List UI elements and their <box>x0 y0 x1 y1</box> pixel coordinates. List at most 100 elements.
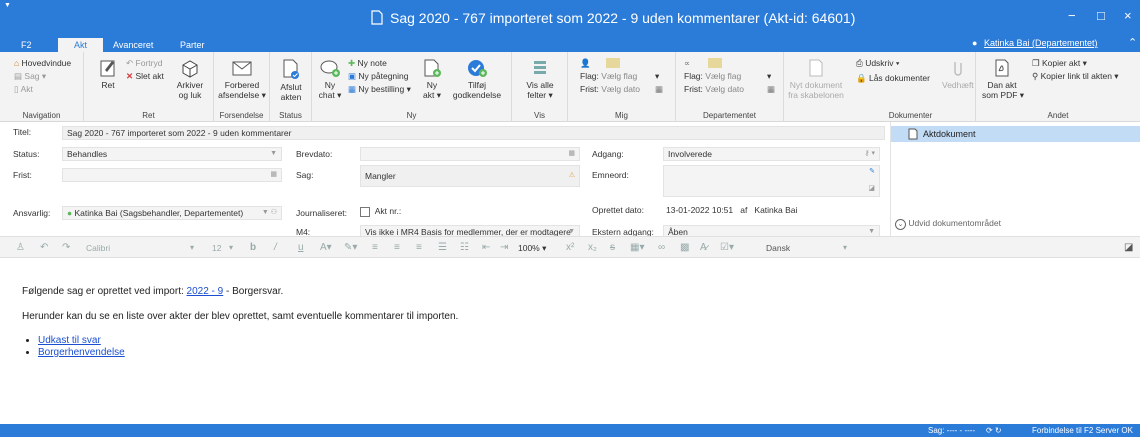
borgerhenvendelse-link[interactable]: Borgerhenvendelse <box>38 347 125 358</box>
fullscreen-icon[interactable]: ◪ <box>1124 242 1133 253</box>
udvid-dokumentomraade-button[interactable]: ⌄ Udvid dokumentområdet <box>895 218 1001 230</box>
bold-icon[interactable]: b <box>250 242 256 253</box>
zoom-select[interactable]: 100% ▾ <box>518 243 546 254</box>
superscript-icon[interactable]: x² <box>566 242 574 253</box>
mig-frist[interactable]: Frist: Vælg dato <box>580 84 640 94</box>
bullet-list-icon[interactable]: ☰ <box>438 242 447 253</box>
font-select[interactable]: Calibri <box>86 243 110 253</box>
font-color-icon[interactable]: A▾ <box>320 242 332 253</box>
status-select[interactable]: Behandles ▼ <box>62 147 282 161</box>
align-right-icon[interactable]: ≡ <box>416 242 422 253</box>
calendar-icon[interactable]: ▦ <box>270 169 277 181</box>
highlight-icon[interactable]: ✎▾ <box>344 242 357 253</box>
calendar-icon[interactable]: ▦ <box>568 148 575 160</box>
tab-parter[interactable]: Parter <box>171 38 214 52</box>
align-center-icon[interactable]: ≡ <box>394 242 400 253</box>
nyt-dokument-button[interactable]: Nyt dokument fra skabelonen <box>788 58 844 100</box>
ret-button[interactable]: Ret <box>96 58 120 90</box>
calendar-icon[interactable]: ▦ <box>655 84 663 94</box>
collapse-ribbon-icon[interactable]: ⌃ <box>1128 36 1137 49</box>
expand-icon[interactable]: ◪ <box>868 183 875 195</box>
language-dropdown-icon[interactable]: ▾ <box>843 243 847 252</box>
sag-button[interactable]: ▤ Sag ▾ <box>14 71 46 81</box>
key-icon[interactable]: ⚷ ▾ <box>864 148 875 160</box>
case-link[interactable]: 2022 - 9 <box>187 286 224 297</box>
indent-icon[interactable]: ⇥ <box>500 242 508 253</box>
afslut-akten-button[interactable]: Afslut akten <box>274 58 308 102</box>
aktdokument-item[interactable]: Aktdokument <box>891 126 1140 142</box>
ny-akt-button[interactable]: Ny akt ▾ <box>420 58 444 100</box>
tilfoej-godkendelse-button[interactable]: Tilføj godkendelse <box>450 58 504 100</box>
journaliseret-checkbox[interactable] <box>360 206 370 217</box>
image-icon[interactable]: ▩ <box>680 242 689 253</box>
sync-icon[interactable]: ⟳ ↻ <box>986 424 1002 437</box>
ny-chat-button[interactable]: Ny chat ▾ <box>316 58 344 100</box>
redo-icon[interactable]: ↷ <box>62 242 70 253</box>
language-select[interactable]: Dansk <box>766 243 790 253</box>
outdent-icon[interactable]: ⇤ <box>482 242 490 253</box>
tag-icon[interactable]: ✎ <box>869 166 875 178</box>
dept-frist[interactable]: Frist: Vælg dato <box>684 84 744 94</box>
group-label: Navigation <box>22 111 61 120</box>
frist-field[interactable]: ▦ <box>62 168 282 182</box>
clear-format-icon[interactable]: A̷ <box>700 242 707 253</box>
quick-access-arrow-icon[interactable]: ▼ <box>4 2 11 9</box>
tab-akt[interactable]: Akt <box>58 38 103 52</box>
people-icon[interactable]: ▼ ⚇ <box>262 207 277 219</box>
akt-button[interactable]: ▯ Akt <box>14 84 33 94</box>
forbered-afsendelse-button[interactable]: Forbered afsendelse ▾ <box>216 58 268 100</box>
brevdato-field[interactable]: ▦ <box>360 147 580 161</box>
minimize-button[interactable]: − <box>1068 8 1076 23</box>
slet-akt-button[interactable]: ✕ Slet akt <box>126 71 164 81</box>
ansvarlig-select[interactable]: ● Katinka Bai (Sagsbehandler, Departemen… <box>62 206 282 220</box>
font-dropdown-icon[interactable]: ▾ <box>190 243 194 252</box>
italic-icon[interactable]: / <box>274 242 277 253</box>
kopier-link-button[interactable]: ⚲ Kopier link til akten ▾ <box>1032 71 1119 81</box>
dan-akt-som-pdf-button[interactable]: Dan akt som PDF ▾ <box>982 58 1024 100</box>
hyperlink-icon[interactable]: ∞ <box>658 242 665 253</box>
close-button[interactable]: × <box>1124 8 1132 23</box>
flag-dropdown-icon[interactable]: ▾ <box>767 71 771 81</box>
flag-toggle-icon[interactable] <box>606 58 620 68</box>
align-left-icon[interactable]: ≡ <box>372 242 378 253</box>
ny-paategning-button[interactable]: ▣ Ny påtegning <box>348 71 409 81</box>
emneord-field[interactable]: ✎ ◪ <box>663 165 880 197</box>
udskriv-button[interactable]: ⎙ Udskriv ▾ <box>856 58 899 68</box>
hovedvindue-button[interactable]: ⌂ Hovedvindue <box>14 58 71 68</box>
laas-dokumenter-button[interactable]: 🔒 Lås dokumenter <box>856 73 930 83</box>
undo-icon[interactable]: ↶ <box>40 242 48 253</box>
calendar-icon[interactable]: ▦ <box>767 84 775 94</box>
vis-alle-felter-button[interactable]: Vis alle felter ▾ <box>518 58 562 100</box>
ny-bestilling-button[interactable]: ▦ Ny bestilling ▾ <box>348 84 411 94</box>
kopier-akt-button[interactable]: ❐ Kopier akt ▾ <box>1032 58 1087 68</box>
format-painter-icon[interactable]: ♙ <box>16 242 25 253</box>
subscript-icon[interactable]: x₂ <box>588 242 597 253</box>
group-label: Andet <box>1047 111 1069 120</box>
underline-icon[interactable]: u <box>298 242 304 253</box>
fortryd-label: Fortryd <box>135 58 163 68</box>
numbered-list-icon[interactable]: ☷ <box>460 242 469 253</box>
strikethrough-icon[interactable]: s <box>610 242 615 253</box>
tab-f2[interactable]: F2 <box>12 38 41 52</box>
size-dropdown-icon[interactable]: ▾ <box>229 243 233 252</box>
adgang-select[interactable]: Involverede ⚷ ▾ <box>663 147 880 161</box>
arkiver-og-luk-button[interactable]: Arkiver og luk <box>174 58 206 100</box>
vedhaeft-button[interactable]: Vedhæft <box>942 58 974 90</box>
sag-field[interactable]: Mangler ⚠ <box>360 165 580 187</box>
ny-note-button[interactable]: ✚ Ny note <box>348 58 387 68</box>
mig-flag[interactable]: Flag: Vælg flag <box>580 71 637 81</box>
table-icon[interactable]: ▦▾ <box>630 242 644 253</box>
flag-dropdown-icon[interactable]: ▾ <box>655 71 659 81</box>
user-link[interactable]: Katinka Bai (Departementet) <box>984 38 1098 48</box>
titel-field[interactable]: Sag 2020 - 767 importeret som 2022 - 9 u… <box>62 126 885 140</box>
spellcheck-icon[interactable]: ☑▾ <box>720 242 734 253</box>
maximize-button[interactable]: □ <box>1097 8 1105 23</box>
flag-toggle-icon[interactable] <box>708 58 722 68</box>
fortryd-button[interactable]: ↶ Fortryd <box>126 58 162 68</box>
font-size-select[interactable]: 12 <box>212 243 221 253</box>
dept-flag[interactable]: Flag: Vælg flag <box>684 71 741 81</box>
ret-label: Ret <box>101 80 115 90</box>
udkast-link[interactable]: Udkast til svar <box>38 335 101 346</box>
tab-avanceret[interactable]: Avanceret <box>104 38 162 52</box>
group-label: Departementet <box>703 111 756 120</box>
